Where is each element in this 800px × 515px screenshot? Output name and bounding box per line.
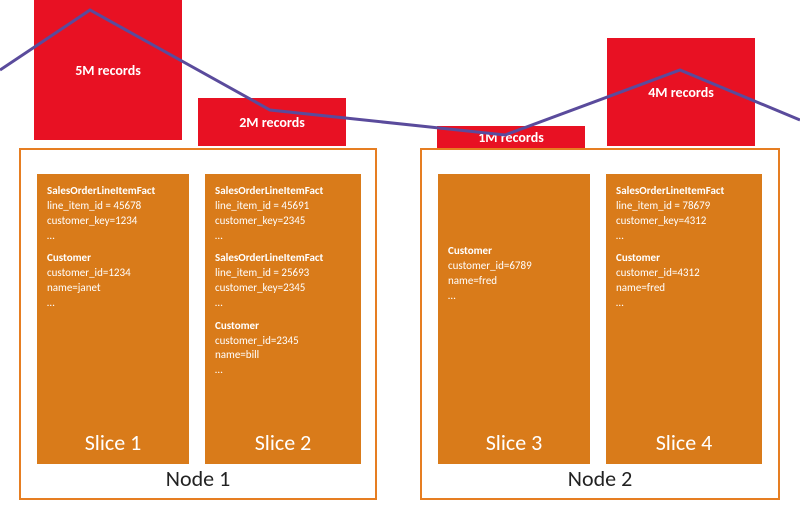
node-label: Node 1 [21,465,375,492]
records-bar-label: 4M records [648,84,714,101]
slice-label: Slice 4 [606,429,762,456]
slice-2: SalesOrderLineItemFact line_item_id = 45… [205,174,361,464]
slice-1-body: SalesOrderLineItemFact line_item_id = 45… [37,174,189,311]
slice-4-body: SalesOrderLineItemFact line_item_id = 78… [606,174,762,311]
section-heading: Customer [448,244,492,257]
slice-label: Slice 2 [205,429,361,456]
section-line: line_item_id = 78679 [616,199,710,212]
node-label: Node 2 [422,465,778,492]
section-line: name=janet [47,281,101,294]
section-line: name=fred [448,274,497,287]
section-line: name=fred [616,281,665,294]
records-bar-slice-2: 2M records [198,98,346,146]
slice-1: SalesOrderLineItemFact line_item_id = 45… [37,174,189,464]
section-line: customer_id=1234 [47,266,131,279]
section-heading: Customer [47,251,91,264]
records-bar-label: 5M records [75,62,141,79]
section-line: name=bill [215,348,259,361]
section-line: customer_key=2345 [215,281,305,294]
records-bar-slice-1: 5M records [34,0,182,140]
section-line: line_item_id = 45678 [47,199,141,212]
section-line: customer_id=6789 [448,259,532,272]
section-line: … [616,296,624,309]
records-bar-label: 2M records [239,114,305,131]
section-line: line_item_id = 25693 [215,266,309,279]
section-line: line_item_id = 45691 [215,199,309,212]
records-bar-label: 1M records [478,129,544,146]
node-2: Customer customer_id=6789 name=fred … Sl… [420,148,780,500]
records-bar-slice-4: 4M records [607,38,755,146]
slice-3-body: Customer customer_id=6789 name=fred … [438,174,590,303]
section-line: … [215,229,223,242]
section-heading: SalesOrderLineItemFact [215,184,323,197]
slice-3: Customer customer_id=6789 name=fred … Sl… [438,174,590,464]
section-line: customer_key=1234 [47,214,137,227]
section-line: … [448,289,456,302]
section-heading: Customer [215,319,259,332]
section-line: … [215,296,223,309]
section-line: customer_id=2345 [215,334,299,347]
section-heading: Customer [616,251,660,264]
section-line: … [616,229,624,242]
slice-2-body: SalesOrderLineItemFact line_item_id = 45… [205,174,361,378]
section-heading: SalesOrderLineItemFact [215,251,323,264]
section-line: … [47,229,55,242]
section-line: customer_key=4312 [616,214,706,227]
node-1: SalesOrderLineItemFact line_item_id = 45… [19,148,377,500]
slice-label: Slice 3 [438,429,590,456]
section-heading: SalesOrderLineItemFact [47,184,155,197]
slice-label: Slice 1 [37,429,189,456]
section-heading: SalesOrderLineItemFact [616,184,724,197]
section-line: customer_key=2345 [215,214,305,227]
section-line: … [215,363,223,376]
section-line: … [47,296,55,309]
section-line: customer_id=4312 [616,266,700,279]
slice-4: SalesOrderLineItemFact line_item_id = 78… [606,174,762,464]
records-bar-slice-3: 1M records [437,126,585,148]
